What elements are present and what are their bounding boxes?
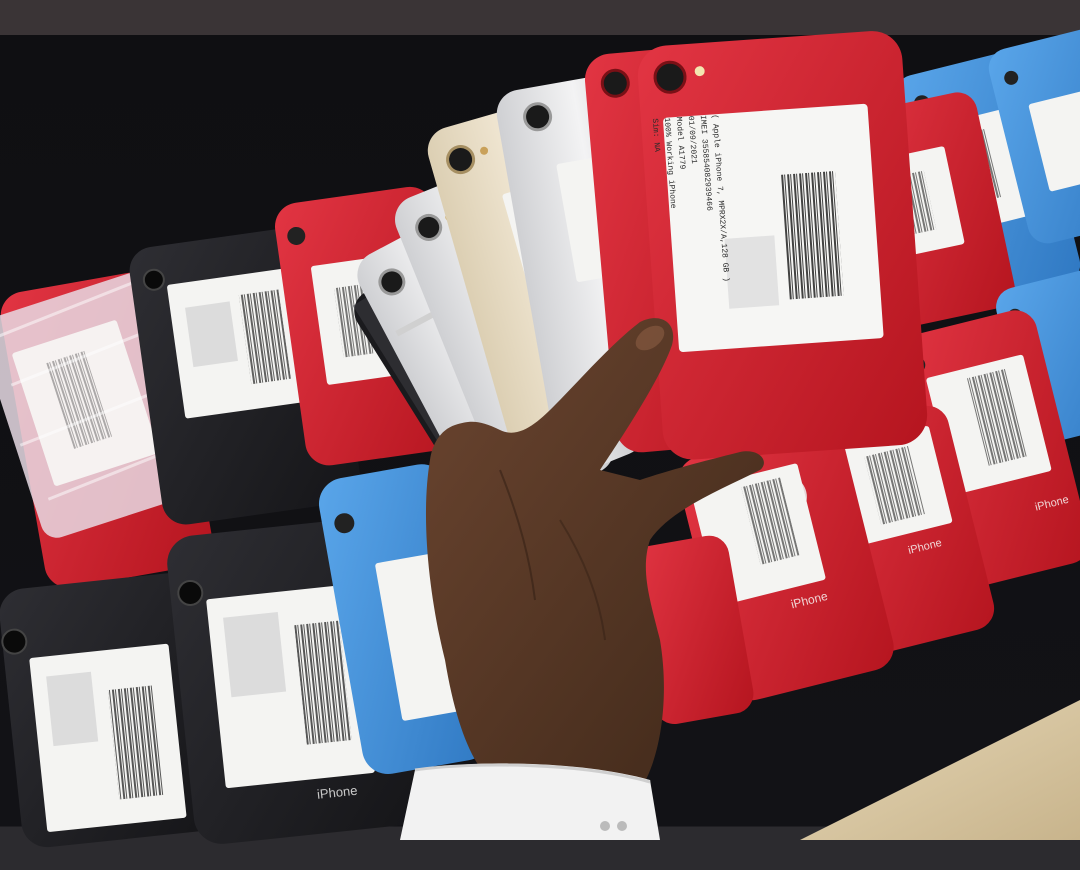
wooden-floor — [800, 700, 1080, 840]
phone-red-front-in-fan: ( Apple iPhone 7, MPRX2X/A,128 GB ) IMEI… — [637, 31, 928, 460]
photo-scene: iPhone iPhone iPhone iPhone (Apple iPho… — [0, 28, 1080, 848]
photo-frame: iPhone iPhone iPhone iPhone (Apple iPho… — [0, 0, 1080, 870]
white-sleeve — [400, 763, 660, 840]
barcode — [780, 170, 844, 300]
